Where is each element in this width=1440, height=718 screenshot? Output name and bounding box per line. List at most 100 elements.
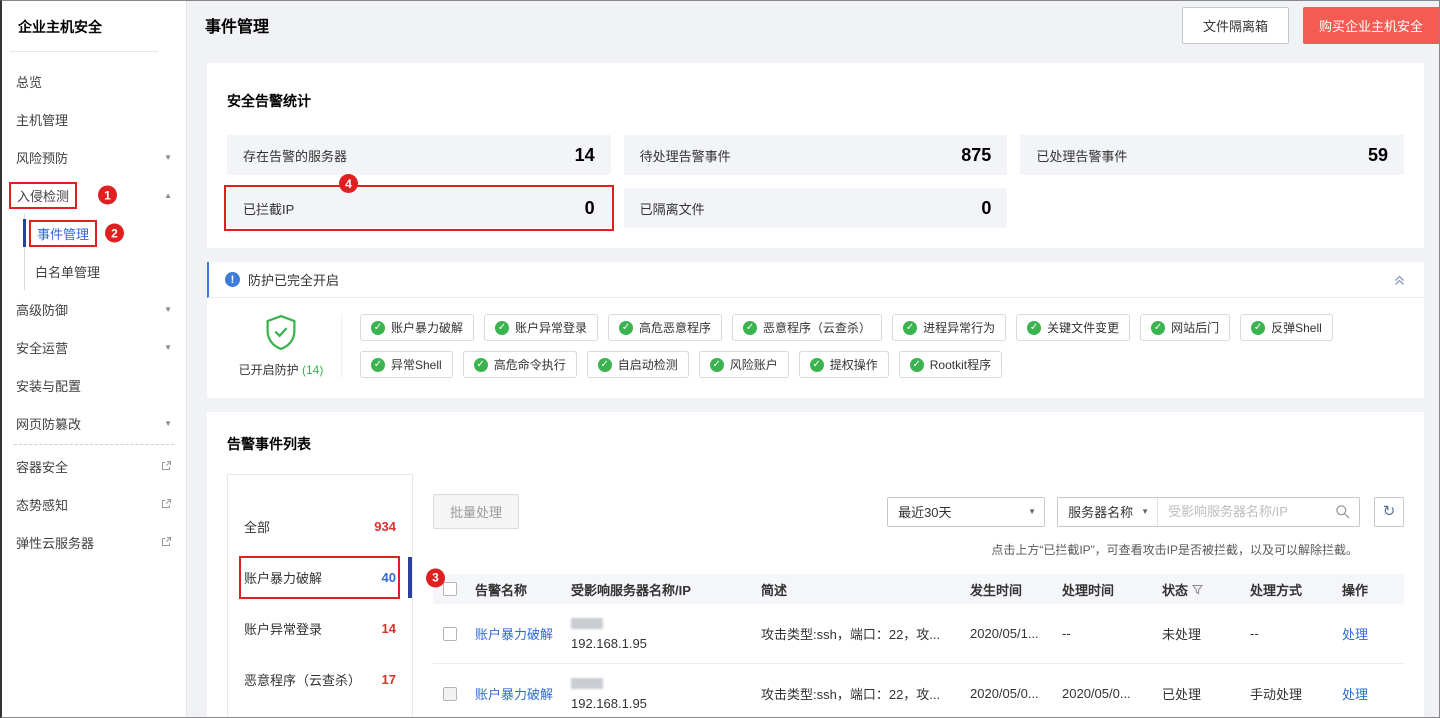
protection-tag: ✓关键文件变更 <box>1016 314 1130 341</box>
divider <box>14 444 174 445</box>
category-malicious-program[interactable]: 恶意程序（云查杀） 17 <box>228 654 412 705</box>
sidebar-item-label: 网页防篡改 <box>16 414 81 433</box>
filter-funnel-icon[interactable] <box>1192 584 1203 595</box>
alarm-event-list-title: 告警事件列表 <box>207 434 1424 454</box>
category-label: 恶意程序（云查杀） <box>244 670 361 689</box>
sidebar-item-label: 安装与配置 <box>16 376 81 395</box>
sidebar-item-elastic-cloud-server[interactable]: 弹性云服务器 <box>2 523 186 561</box>
protection-tag: ✓进程异常行为 <box>892 314 1006 341</box>
cell-alarm-name: 账户暴力破解 <box>467 624 563 643</box>
protection-status-text: 防护已完全开启 <box>248 270 339 289</box>
sidebar-title: 企业主机安全 <box>2 1 186 37</box>
check-icon: ✓ <box>903 321 917 335</box>
header-cell-alarm-name: 告警名称 <box>467 580 563 599</box>
masked-server-name <box>571 618 603 629</box>
stat-value: 14 <box>575 145 595 166</box>
cell-method: 手动处理 <box>1242 684 1334 703</box>
row-checkbox[interactable] <box>443 627 457 641</box>
cell-action: 处理 <box>1334 624 1404 643</box>
server-info: 192.168.1.95 <box>571 617 647 651</box>
select-all-checkbox[interactable] <box>443 582 457 596</box>
page-title: 事件管理 <box>205 13 269 37</box>
tag-label: 网站后门 <box>1171 319 1219 336</box>
handle-link[interactable]: 处理 <box>1342 684 1368 703</box>
app-window: 企业主机安全 总览 主机管理 风险预防 ▼ 入侵检测 1 ▲ 事件管理 2 白名… <box>0 0 1440 718</box>
protection-alert-strip: ! 防护已完全开启 <box>207 262 1424 298</box>
date-range-value: 最近30天 <box>898 502 951 521</box>
handle-link[interactable]: 处理 <box>1342 624 1368 643</box>
table-row: 账户暴力破解 192.168.1.95 攻击类型:ssh，端口：22，攻... … <box>433 604 1404 664</box>
sidebar-item-label: 安全运营 <box>16 338 68 357</box>
date-range-select[interactable]: 最近30天 ▼ <box>887 497 1045 527</box>
search-icon[interactable] <box>1326 498 1359 526</box>
check-icon: ✓ <box>1151 321 1165 335</box>
stat-label: 存在告警的服务器 <box>243 146 347 165</box>
batch-process-button[interactable]: 批量处理 <box>433 494 519 529</box>
sidebar-item-situation-awareness[interactable]: 态势感知 <box>2 485 186 523</box>
sidebar-item-container-security[interactable]: 容器安全 <box>2 447 186 485</box>
cell-occurred-time: 2020/05/0... <box>962 686 1054 701</box>
category-label: 账户暴力破解 <box>244 568 322 587</box>
check-icon: ✓ <box>371 321 385 335</box>
sidebar-item-event-management[interactable]: 事件管理 2 <box>25 214 186 252</box>
cell-status: 已处理 <box>1154 684 1242 703</box>
shield-icon <box>264 339 298 356</box>
protection-enabled-label: 已开启防护 (14) <box>225 361 337 378</box>
sidebar-item-installation-configuration[interactable]: 安装与配置 <box>2 366 186 404</box>
sidebar-item-label: 白名单管理 <box>35 262 100 281</box>
server-search-input[interactable] <box>1158 498 1326 526</box>
alarm-event-list-body: 全部 934 账户暴力破解 40 3 账户异常登录 14 <box>227 474 1424 718</box>
tag-label: 账户暴力破解 <box>391 319 463 336</box>
category-all[interactable]: 全部 934 <box>228 501 412 552</box>
sidebar-item-host-management[interactable]: 主机管理 <box>2 100 186 138</box>
stat-blocked-ips[interactable]: 已拦截IP 0 4 <box>227 188 611 228</box>
alarm-name-link[interactable]: 账户暴力破解 <box>475 684 553 703</box>
page-header: 事件管理 文件隔离箱 购买企业主机安全 <box>187 1 1439 49</box>
external-link-icon <box>160 536 172 548</box>
stat-label: 已处理告警事件 <box>1036 146 1127 165</box>
sidebar: 企业主机安全 总览 主机管理 风险预防 ▼ 入侵检测 1 ▲ 事件管理 2 白名… <box>2 1 187 717</box>
check-icon: ✓ <box>371 358 385 372</box>
row-checkbox[interactable] <box>443 687 457 701</box>
category-brute-force[interactable]: 账户暴力破解 40 3 <box>228 552 412 603</box>
refresh-button[interactable]: ↻ <box>1374 497 1404 527</box>
alarm-category-panel: 全部 934 账户暴力破解 40 3 账户异常登录 14 <box>227 474 413 718</box>
blocked-ip-hint: 点击上方“已拦截IP”，可查看攻击IP是否被拦截，以及可以解除拦截。 <box>433 541 1404 558</box>
alarm-name-link[interactable]: 账户暴力破解 <box>475 624 553 643</box>
alarm-statistics-title: 安全告警统计 <box>227 91 1404 111</box>
chevron-down-icon: ▼ <box>1028 507 1036 516</box>
protection-tags: ✓账户暴力破解 ✓账户异常登录 ✓高危恶意程序 ✓恶意程序（云查杀） ✓进程异常… <box>360 314 1406 378</box>
sidebar-item-overview[interactable]: 总览 <box>2 62 186 100</box>
file-quarantine-button[interactable]: 文件隔离箱 <box>1182 7 1289 44</box>
sidebar-item-web-tamper-protection[interactable]: 网页防篡改 ▼ <box>2 404 186 442</box>
stat-isolated-files[interactable]: 已隔离文件 0 <box>624 188 1008 228</box>
stat-servers-with-alarms[interactable]: 存在告警的服务器 14 <box>227 135 611 175</box>
protection-tag: ✓恶意程序（云查杀） <box>732 314 882 341</box>
masked-server-name <box>571 678 603 689</box>
tag-label: 反弹Shell <box>1271 319 1322 336</box>
sidebar-item-risk-prevention[interactable]: 风险预防 ▼ <box>2 138 186 176</box>
external-link-icon <box>160 498 172 510</box>
header-cell-server: 受影响服务器名称/IP <box>563 580 753 599</box>
chevron-up-icon: ▲ <box>164 191 172 200</box>
content-area: 安全告警统计 存在告警的服务器 14 待处理告警事件 875 已处理告警事件 5… <box>187 49 1439 717</box>
sidebar-item-security-operations[interactable]: 安全运营 ▼ <box>2 328 186 366</box>
annotation-box-1: 入侵检测 <box>9 182 77 209</box>
buy-hss-button[interactable]: 购买企业主机安全 <box>1303 7 1439 44</box>
category-label: 全部 <box>244 517 270 536</box>
stat-handled-alarm-events[interactable]: 已处理告警事件 59 <box>1020 135 1404 175</box>
category-abnormal-login[interactable]: 账户异常登录 14 <box>228 603 412 654</box>
protection-enabled-text: 已开启防护 <box>239 363 299 377</box>
sidebar-item-advanced-defense[interactable]: 高级防御 ▼ <box>2 290 186 328</box>
search-type-select[interactable]: 服务器名称 ▼ <box>1058 498 1158 526</box>
category-count: 17 <box>382 672 396 687</box>
collapse-chevrons-icon[interactable] <box>1391 271 1408 288</box>
tag-label: 账户异常登录 <box>515 319 587 336</box>
sidebar-item-whitelist-management[interactable]: 白名单管理 <box>25 252 186 290</box>
stat-pending-alarm-events[interactable]: 待处理告警事件 875 <box>624 135 1008 175</box>
sidebar-item-label: 容器安全 <box>16 457 68 476</box>
protection-shield-block: 已开启防护 (14) <box>225 314 337 378</box>
selected-indicator <box>23 219 26 247</box>
external-link-icon <box>160 460 172 472</box>
sidebar-item-intrusion-detection[interactable]: 入侵检测 1 ▲ <box>2 176 186 214</box>
